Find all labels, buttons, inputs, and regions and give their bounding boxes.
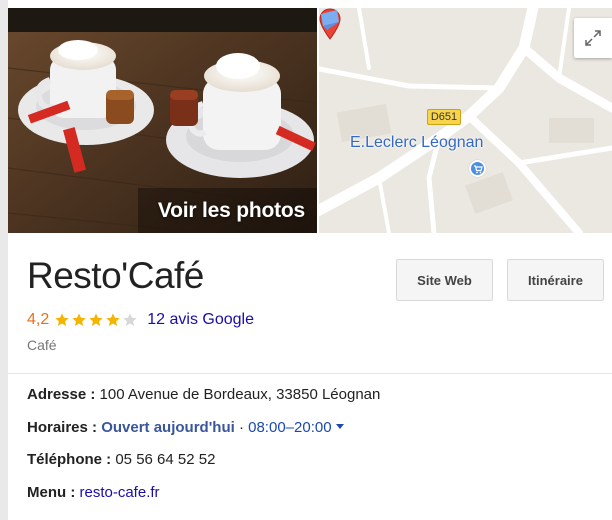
place-category: Café bbox=[27, 337, 57, 353]
hours-separator: · bbox=[238, 419, 244, 436]
menu-row: Menu : resto-cafe.fr bbox=[27, 484, 160, 501]
hours-label: Horaires : bbox=[27, 419, 98, 436]
map-thumbnail[interactable]: D651 E.Leclerc Léognan bbox=[319, 8, 612, 233]
transit-icon bbox=[321, 10, 339, 30]
star-icon bbox=[89, 313, 103, 326]
website-button[interactable]: Site Web bbox=[396, 259, 493, 301]
shopping-cart-icon bbox=[469, 160, 486, 177]
open-status: Ouvert aujourd'hui bbox=[101, 419, 235, 436]
hours-dropdown[interactable]: 08:00–20:00 bbox=[248, 419, 344, 436]
hours-row: Horaires : Ouvert aujourd'hui · 08:00–20… bbox=[27, 419, 344, 436]
star-icon bbox=[123, 313, 137, 326]
see-photos-label: Voir les photos bbox=[157, 199, 305, 222]
rating-value: 4,2 bbox=[27, 311, 50, 328]
address-row: Adresse : 100 Avenue de Bordeaux, 33850 … bbox=[27, 386, 380, 403]
menu-label: Menu : bbox=[27, 484, 76, 501]
road-badge: D651 bbox=[427, 109, 461, 125]
rating-stars bbox=[54, 312, 139, 328]
hours-range: 08:00–20:00 bbox=[248, 419, 332, 436]
place-title: Resto'Café bbox=[27, 255, 204, 296]
star-icon bbox=[72, 313, 86, 326]
map-roads bbox=[319, 8, 612, 233]
star-icon bbox=[55, 313, 69, 326]
address-value: 100 Avenue de Bordeaux, 33850 Léognan bbox=[99, 386, 381, 403]
expand-map-button[interactable] bbox=[574, 18, 612, 58]
knowledge-panel: Voir les photos D651 E.Leclerc Léognan R… bbox=[0, 0, 612, 520]
directions-button[interactable]: Itinéraire bbox=[507, 259, 604, 301]
chevron-down-icon bbox=[335, 423, 344, 429]
section-divider bbox=[8, 373, 612, 374]
hero-area: Voir les photos D651 E.Leclerc Léognan bbox=[8, 8, 612, 233]
phone-value: 05 56 64 52 52 bbox=[115, 451, 216, 468]
rating-row: 4,2 12 avis Google bbox=[27, 309, 254, 331]
menu-link[interactable]: resto-cafe.fr bbox=[80, 484, 160, 501]
phone-label: Téléphone : bbox=[27, 451, 112, 468]
map-place-label: E.Leclerc Léognan bbox=[350, 134, 484, 151]
expand-icon bbox=[585, 30, 601, 46]
address-label: Adresse : bbox=[27, 386, 96, 403]
photos-thumbnail[interactable]: Voir les photos bbox=[8, 8, 317, 233]
phone-row: Téléphone : 05 56 64 52 52 bbox=[27, 451, 215, 468]
star-icon bbox=[106, 313, 120, 326]
page-edge bbox=[0, 0, 8, 520]
reviews-link[interactable]: 12 avis Google bbox=[147, 311, 254, 329]
